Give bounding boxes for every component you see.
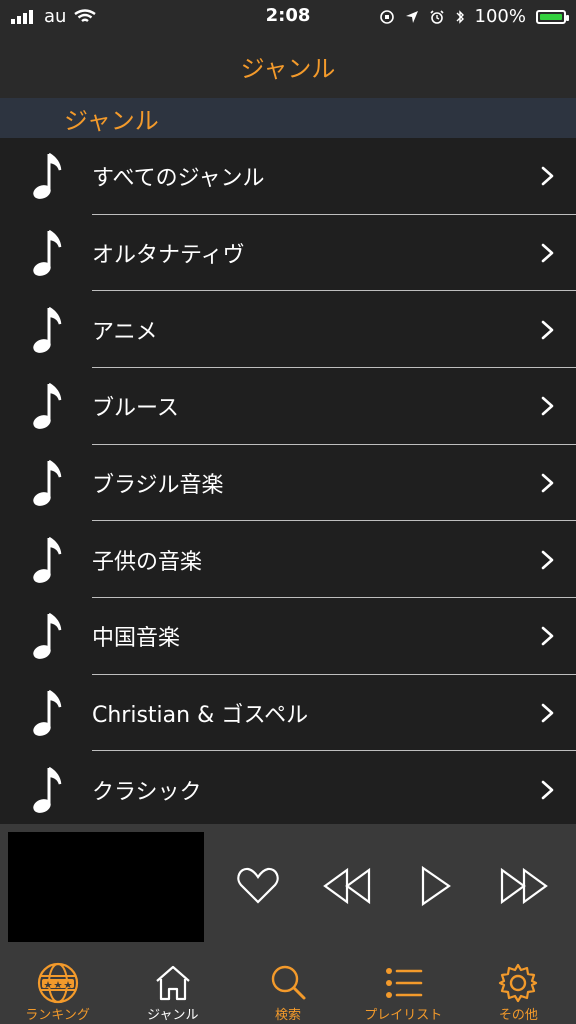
chevron-right-icon [520,624,576,648]
player-controls [226,854,556,918]
section-title: ジャンル [64,106,159,135]
chevron-right-icon [520,778,576,802]
list-item[interactable]: アニメ [0,291,576,368]
list-item-label: 子供の音楽 [92,549,203,575]
status-right: 100% [379,6,569,27]
bluetooth-icon [456,9,464,24]
chevron-right-icon [520,318,576,342]
album-artwork[interactable] [8,832,204,942]
music-note-icon [0,457,92,509]
page-title: ジャンル [240,54,336,83]
music-note-icon [0,150,92,202]
chevron-right-icon [520,241,576,265]
search-icon [266,961,310,1005]
tab-search[interactable]: 検索 [230,961,345,1022]
location-arrow-icon [405,10,418,23]
list-item[interactable]: 中国音楽 [0,598,576,675]
list-item[interactable]: 子供の音楽 [0,521,576,598]
list-item-label: ブルース [92,396,179,422]
music-note-icon [0,764,92,816]
status-bar: au 2:08 100% [0,0,576,34]
rewind-button[interactable] [315,854,379,918]
battery-icon [536,9,569,24]
play-button[interactable] [403,854,467,918]
tab-label: プレイリスト [364,1008,443,1023]
play-icon [422,865,452,907]
section-header: ジャンル [0,98,576,138]
favorite-button[interactable] [226,854,290,918]
tab-label: 検索 [274,1008,301,1023]
tab-label: その他 [498,1008,538,1023]
music-note-icon [0,304,92,356]
alarm-icon [429,9,444,24]
home-icon [151,961,195,1005]
chevron-right-icon [520,548,576,572]
list-item-label: クラシック [92,779,202,805]
music-note-icon [0,687,92,739]
heart-icon [237,867,279,904]
tab-playlist[interactable]: プレイリスト [346,961,461,1022]
mini-player [0,824,576,950]
tab-genre[interactable]: ジャンル [115,961,230,1022]
list-item[interactable]: ブルース [0,368,576,445]
list-item[interactable]: ブラジル音楽 [0,445,576,522]
tab-other[interactable]: その他 [461,961,576,1022]
orientation-lock-icon [379,9,394,24]
list-item[interactable]: オルタナティヴ [0,215,576,292]
battery-percent: 100% [474,6,526,27]
list-item[interactable]: クラシック [0,751,576,824]
rewind-icon [322,867,370,905]
list-item-label: すべてのジャンル [92,166,265,192]
list-item-label: オルタナティヴ [92,242,245,268]
chevron-right-icon [520,394,576,418]
list-item-label: アニメ [92,319,158,345]
chevron-right-icon [520,701,576,725]
list-item[interactable]: すべてのジャンル [0,138,576,215]
gear-icon [496,961,540,1005]
list-item-label: 中国音楽 [92,626,181,652]
tab-bar: ランキング ジャンル 検索 プレイリスト その他 [0,950,576,1024]
navigation-bar: ジャンル [0,34,576,98]
ranking-globe-icon [36,961,80,1005]
tab-label: ランキング [25,1008,90,1023]
music-note-icon [0,227,92,279]
list-icon [381,961,425,1005]
music-note-icon [0,610,92,662]
tab-ranking[interactable]: ランキング [0,961,115,1022]
genre-list: すべてのジャンル オルタナティヴ アニメ ブルース ブラジル音楽 子供の音楽 中… [0,138,576,824]
fast-forward-button[interactable] [492,854,556,918]
tab-label: ジャンル [147,1008,199,1023]
chevron-right-icon [520,164,576,188]
fast-forward-icon [500,867,548,905]
music-note-icon [0,534,92,586]
chevron-right-icon [520,471,576,495]
list-item[interactable]: Christian & ゴスペル [0,675,576,752]
list-item-label: ブラジル音楽 [92,472,224,498]
list-item-label: Christian & ゴスペル [92,702,309,728]
music-note-icon [0,380,92,432]
